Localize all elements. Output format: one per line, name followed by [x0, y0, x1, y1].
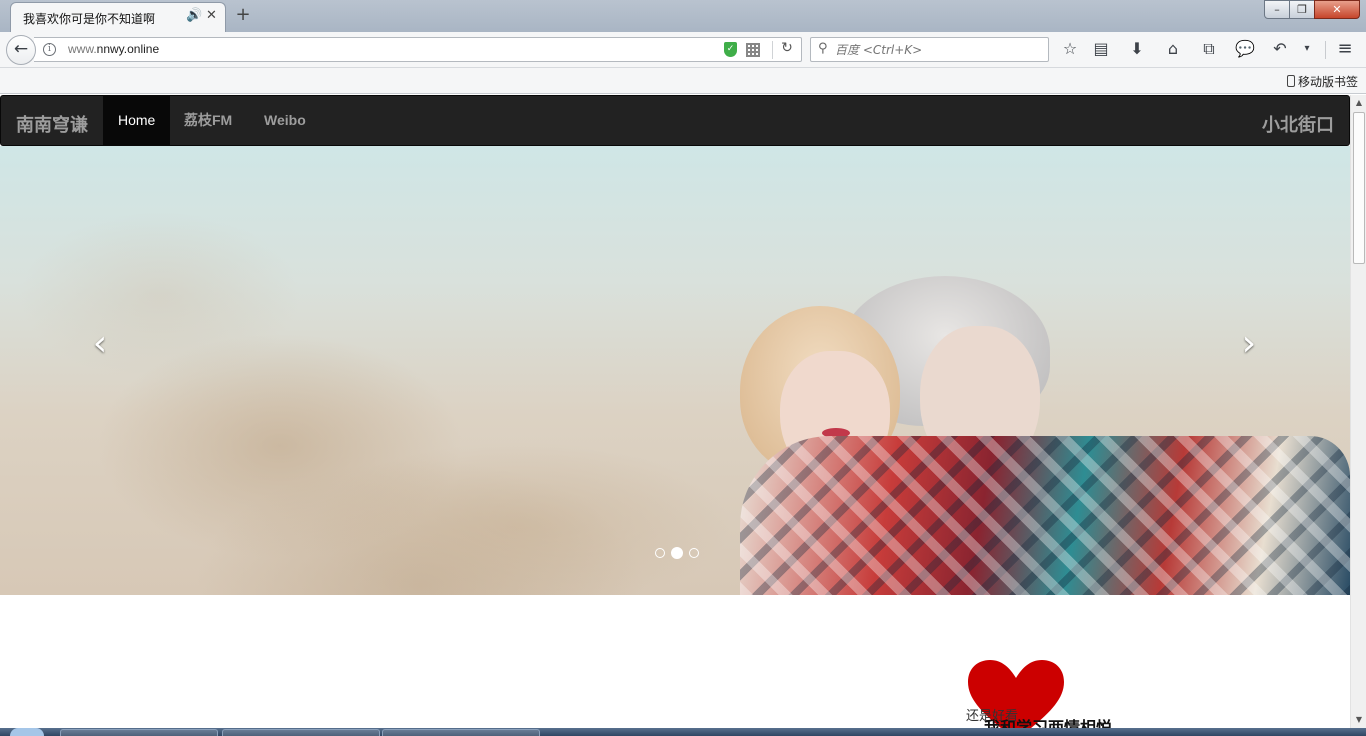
carousel-indicator-3[interactable] [689, 548, 699, 558]
window-controls: – ❐ ✕ [1264, 0, 1360, 20]
search-icon: ⚲ [818, 41, 828, 56]
site-brand-right[interactable]: 小北街口 [1262, 111, 1334, 137]
reading-list-icon[interactable]: ▤ [1088, 37, 1114, 63]
scroll-thumb[interactable] [1353, 112, 1365, 264]
url-text[interactable]: www.nnwy.online [68, 42, 159, 56]
site-navbar: 南南穹谦 Home 荔枝FM Weibo 小北街口 [0, 95, 1350, 146]
search-input[interactable] [835, 40, 1040, 60]
scroll-up-icon[interactable]: ▲ [1351, 95, 1366, 111]
new-tab-button[interactable]: + [234, 4, 252, 26]
carousel-next-icon[interactable]: › [1229, 324, 1269, 368]
security-shield-icon[interactable]: ✓ [724, 42, 737, 57]
caption-large: 我和学习两情相悦 [984, 718, 1113, 728]
menu-icon[interactable]: ≡ [1332, 37, 1358, 63]
close-tab-icon[interactable]: ✕ [206, 8, 220, 26]
browser-tab[interactable]: 我喜欢你可是你不知道啊 🔊 ✕ [10, 2, 226, 32]
bookmark-star-icon[interactable]: ☆ [1057, 37, 1083, 63]
scroll-down-icon[interactable]: ▼ [1351, 712, 1366, 728]
nav-home[interactable]: Home [103, 96, 171, 145]
screenshot-crop-icon[interactable]: ⧉ [1196, 37, 1222, 63]
couple-photo [730, 256, 1350, 595]
minimize-button[interactable]: – [1264, 0, 1290, 19]
site-info-icon[interactable]: i [43, 43, 56, 56]
reload-icon[interactable]: ↻ [778, 40, 796, 60]
chat-bubble-icon[interactable]: 💬 [1232, 37, 1258, 63]
title-bar: 我喜欢你可是你不知道啊 🔊 ✕ + – ❐ ✕ [0, 0, 1366, 32]
patterned-blanket [740, 436, 1350, 595]
maximize-button[interactable]: ❐ [1289, 0, 1315, 19]
toolbar-divider [1325, 41, 1326, 59]
close-window-button[interactable]: ✕ [1314, 0, 1360, 19]
os-taskbar [0, 728, 1366, 736]
tab-title: 我喜欢你可是你不知道啊 [23, 12, 156, 26]
page-viewport: 南南穹谦 Home 荔枝FM Weibo 小北街口 ‹ › 还是好看 我和学习两… [0, 95, 1350, 728]
taskbar-item[interactable] [382, 729, 540, 736]
hero-carousel: ‹ › [0, 146, 1350, 595]
carousel-indicator-1[interactable] [655, 548, 665, 558]
start-button[interactable] [10, 728, 44, 736]
carousel-indicator-2[interactable] [671, 547, 683, 559]
carousel-prev-icon[interactable]: ‹ [80, 324, 120, 368]
url-divider [772, 41, 773, 59]
navigation-toolbar: i www.nnwy.online ✓ ↻ ← ⚲ ☆ ▤ ⬇ ⌂ ⧉ 💬 ↶ … [0, 32, 1366, 68]
bookmarks-bar: 移动版书签 [0, 68, 1366, 94]
taskbar-item[interactable] [60, 729, 218, 736]
search-box[interactable]: ⚲ [810, 37, 1049, 62]
nav-weibo[interactable]: Weibo [249, 96, 321, 145]
address-bar[interactable]: i www.nnwy.online ✓ ↻ [34, 37, 802, 62]
qr-code-icon[interactable] [746, 43, 760, 57]
mobile-bookmarks-link[interactable]: 移动版书签 [1286, 73, 1358, 90]
nav-lizhi-fm[interactable]: 荔枝FM [169, 96, 247, 145]
chevron-down-icon[interactable]: ▾ [1294, 37, 1320, 63]
taskbar-item[interactable] [222, 729, 380, 736]
phone-icon [1286, 75, 1295, 87]
undo-icon[interactable]: ↶ [1267, 37, 1293, 63]
audio-playing-icon[interactable]: 🔊 [186, 8, 202, 26]
home-icon[interactable]: ⌂ [1160, 37, 1186, 63]
back-button[interactable]: ← [6, 35, 36, 65]
site-brand[interactable]: 南南穹谦 [16, 111, 88, 137]
vertical-scrollbar[interactable]: ▲ ▼ [1350, 95, 1366, 728]
carousel-indicators [652, 547, 702, 559]
download-icon[interactable]: ⬇ [1124, 37, 1150, 63]
